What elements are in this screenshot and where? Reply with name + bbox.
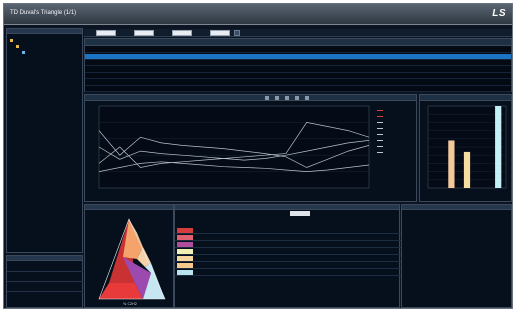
triangle-axis-label: % C2H2 <box>123 302 137 306</box>
legend-swatch <box>377 128 383 129</box>
list-item[interactable] <box>175 234 401 241</box>
measurement-table <box>84 38 512 92</box>
property-row <box>7 263 83 272</box>
bar <box>495 106 502 188</box>
duval-triangle: % C2H2 <box>98 218 166 306</box>
search-button[interactable] <box>234 30 240 36</box>
device-icon <box>22 50 25 54</box>
zone-filter-field[interactable] <box>290 211 310 216</box>
table-header <box>85 39 511 46</box>
list-item[interactable] <box>175 241 401 248</box>
duval-panel-header <box>85 205 173 210</box>
window-title: TD Duval's Triangle (1/1) <box>10 10 77 16</box>
zone-list-panel <box>174 204 401 308</box>
table-row[interactable] <box>85 73 511 79</box>
brand-logo: LS <box>492 8 506 19</box>
chart-toolbar <box>85 95 416 101</box>
gas-bar-chart-panel <box>419 94 512 202</box>
trend-line-chart <box>98 105 383 189</box>
zone-swatch <box>177 263 193 268</box>
bar <box>448 140 455 188</box>
detail-panel <box>401 204 512 308</box>
filter-field-1[interactable] <box>96 30 116 36</box>
zone-swatch <box>177 228 193 233</box>
zone-swatch <box>177 270 193 275</box>
print-icon[interactable] <box>295 96 299 100</box>
table-row[interactable] <box>85 67 511 73</box>
legend-swatch <box>377 146 383 147</box>
properties-panel <box>6 255 83 308</box>
zone-swatch <box>177 249 193 254</box>
list-item[interactable] <box>175 269 401 276</box>
legend-swatch <box>377 134 383 135</box>
list-item[interactable] <box>175 248 401 255</box>
folder-icon <box>10 38 13 42</box>
tree-node-child[interactable] <box>16 43 21 48</box>
tree-panel <box>6 28 83 253</box>
detail-panel-header <box>402 205 511 210</box>
table-row[interactable] <box>85 60 511 66</box>
bar <box>463 151 471 188</box>
legend-swatch <box>377 140 383 141</box>
app-window: TD Duval's Triangle (1/1) LS % C2H2 <box>3 3 513 309</box>
trend-chart-panel <box>84 94 417 202</box>
table-row[interactable] <box>85 80 511 86</box>
filter-toolbar <box>84 29 512 37</box>
title-bar: TD Duval's Triangle (1/1) LS <box>4 4 512 25</box>
tree-node-root[interactable] <box>10 37 15 42</box>
filter-field-4[interactable] <box>210 30 230 36</box>
list-item[interactable] <box>175 227 401 234</box>
properties-header <box>7 256 82 261</box>
duval-panel: % C2H2 <box>84 204 174 308</box>
filter-field-2[interactable] <box>134 30 154 36</box>
tree-panel-header <box>7 29 82 34</box>
table-row[interactable] <box>85 47 511 53</box>
legend-swatch <box>377 152 383 153</box>
folder-icon <box>16 44 19 48</box>
property-row <box>7 283 83 292</box>
zone-swatch <box>177 235 193 240</box>
filter-field-3[interactable] <box>172 30 192 36</box>
zone-swatch <box>177 256 193 261</box>
zoom-icon[interactable] <box>265 96 269 100</box>
table-row[interactable] <box>85 53 511 60</box>
property-row <box>7 273 83 282</box>
reset-icon[interactable] <box>285 96 289 100</box>
list-item[interactable] <box>175 262 401 269</box>
export-icon[interactable] <box>305 96 309 100</box>
legend-swatch <box>377 110 383 111</box>
legend-swatch <box>377 116 383 117</box>
tree-node-leaf[interactable] <box>22 49 27 54</box>
gas-bar-chart <box>427 105 507 189</box>
bar-chart-header <box>420 95 511 101</box>
legend-swatch <box>377 122 383 123</box>
zone-swatch <box>177 242 193 247</box>
list-item[interactable] <box>175 255 401 262</box>
zone-list-header <box>175 205 399 210</box>
pan-icon[interactable] <box>275 96 279 100</box>
table-row[interactable] <box>85 86 511 92</box>
